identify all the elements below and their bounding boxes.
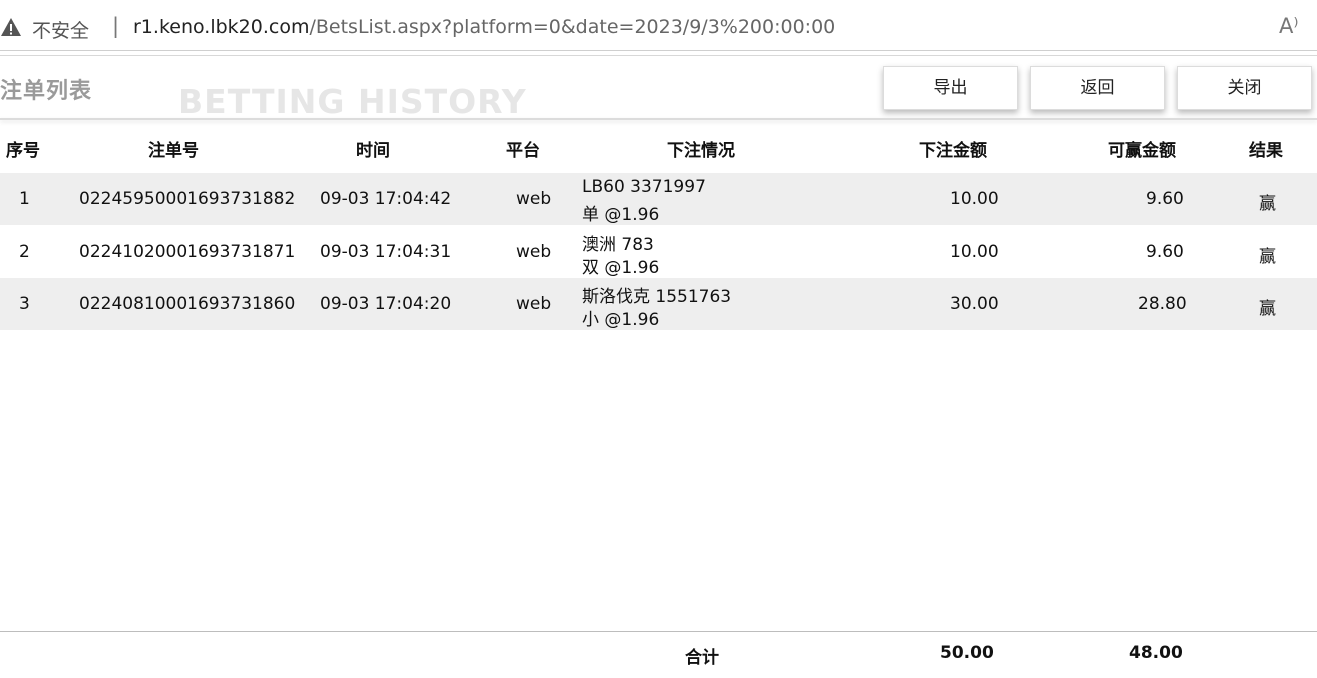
row-result: 赢: [1259, 299, 1276, 319]
row-platform: web: [516, 294, 552, 314]
footer-divider: [0, 631, 1317, 632]
header-time: 时间: [356, 141, 390, 161]
header-platform: 平台: [506, 141, 540, 161]
row-bet-line1: LB60 3371997: [582, 177, 706, 197]
header-divider: [0, 118, 1317, 120]
row-bet-line2: 单 @1.96: [582, 205, 660, 225]
header-ticket: 注单号: [148, 141, 199, 161]
row-time: 09-03 17:04:31: [320, 242, 452, 262]
table-row: 1 02245950001693731882 09-03 17:04:42 we…: [0, 173, 1317, 225]
total-label: 合计: [685, 648, 719, 668]
row-bet-line1: 澳洲 783: [582, 235, 654, 255]
row-platform: web: [516, 242, 552, 262]
row-stake: 10.00: [950, 189, 999, 209]
read-aloud-icon[interactable]: A⁾: [1279, 14, 1299, 38]
url-field[interactable]: r1.keno.lbk20.com/BetsList.aspx?platform…: [133, 16, 835, 38]
insecure-label[interactable]: 不安全: [32, 16, 89, 43]
close-button[interactable]: 关闭: [1177, 66, 1312, 110]
row-time: 09-03 17:04:42: [320, 189, 452, 209]
row-ticket: 02245950001693731882: [79, 189, 296, 209]
page-watermark: BETTING HISTORY: [178, 82, 527, 121]
row-bet-line2: 双 @1.96: [582, 258, 660, 278]
header-index: 序号: [6, 141, 40, 161]
row-time: 09-03 17:04:20: [320, 294, 452, 314]
row-ticket: 02241020001693731871: [79, 242, 296, 262]
row-bet-line1: 斯洛伐克 1551763: [582, 287, 732, 307]
total-payout: 48.00: [1129, 643, 1183, 663]
total-stake: 50.00: [940, 643, 994, 663]
page-title: 注单列表: [0, 79, 93, 104]
address-bar: 不安全 | r1.keno.lbk20.com/BetsList.aspx?pl…: [0, 0, 1317, 51]
row-ticket: 02240810001693731860: [79, 294, 296, 314]
header-stake: 下注金额: [919, 141, 987, 161]
row-stake: 30.00: [950, 294, 999, 314]
page-header: 注单列表 BETTING HISTORY 导出 返回 关闭: [0, 58, 1317, 121]
header-bet-detail: 下注情况: [667, 141, 735, 161]
export-button[interactable]: 导出: [883, 66, 1018, 110]
row-index: 3: [19, 294, 30, 314]
address-separator: |: [112, 14, 120, 38]
row-payout: 9.60: [1146, 189, 1184, 209]
row-payout: 28.80: [1138, 294, 1187, 314]
row-stake: 10.00: [950, 242, 999, 262]
row-index: 2: [19, 242, 30, 262]
header-payout: 可赢金额: [1108, 141, 1176, 161]
toolbar-divider: [0, 51, 1317, 56]
table-row: 3 02240810001693731860 09-03 17:04:20 we…: [0, 278, 1317, 330]
row-result: 赢: [1259, 194, 1276, 214]
header-result: 结果: [1249, 141, 1283, 161]
row-index: 1: [19, 189, 30, 209]
back-button[interactable]: 返回: [1030, 66, 1165, 110]
url-path: /BetsList.aspx?platform=0&date=2023/9/3%…: [309, 16, 836, 38]
warning-icon[interactable]: [0, 17, 22, 37]
url-host: r1.keno.lbk20.com: [133, 16, 310, 38]
row-result: 赢: [1259, 247, 1276, 267]
row-platform: web: [516, 189, 552, 209]
row-bet-line2: 小 @1.96: [582, 310, 660, 330]
table-row: 2 02241020001693731871 09-03 17:04:31 we…: [0, 226, 1317, 278]
row-payout: 9.60: [1146, 242, 1184, 262]
